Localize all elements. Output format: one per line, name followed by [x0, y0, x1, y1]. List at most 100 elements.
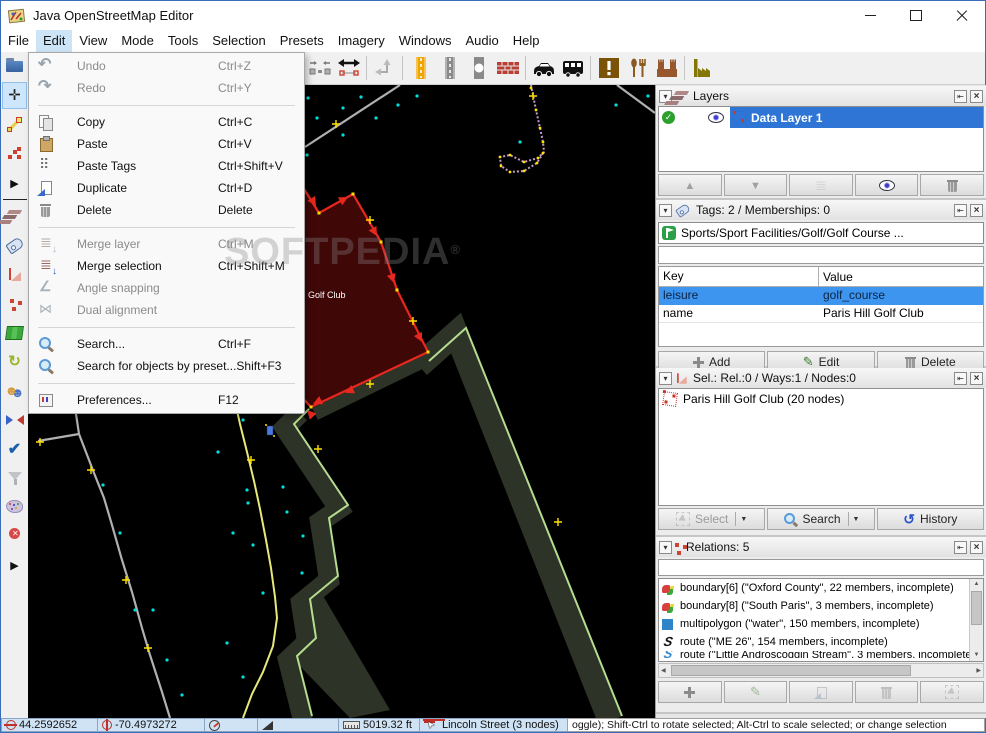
stick-icon[interactable]: ⇤ [954, 372, 967, 385]
search-button[interactable]: Search▼ [767, 508, 874, 530]
edit-menu-item[interactable] [29, 221, 304, 233]
maximize-button[interactable] [893, 1, 939, 30]
stick-icon[interactable]: ⇤ [954, 541, 967, 554]
minimize-button[interactable] [847, 1, 893, 30]
relations-toggle-icon[interactable] [2, 290, 27, 317]
menubar-item[interactable]: Windows [392, 30, 459, 52]
collapse-icon[interactable]: ▾ [659, 90, 672, 103]
collapse-icon[interactable]: ▾ [659, 204, 672, 217]
select-button[interactable]: Select▼ [658, 508, 765, 530]
edit-menu-item[interactable]: Undo Ctrl+Z [29, 55, 304, 77]
layer-delete-button[interactable] [920, 174, 984, 196]
open-file-icon[interactable] [2, 53, 27, 80]
vertical-scrollbar[interactable]: ▲ ▼ [969, 579, 983, 661]
edit-menu-item[interactable]: Merge layer Ctrl+M [29, 233, 304, 255]
issues-toggle-icon[interactable] [2, 522, 27, 549]
close-panel-icon[interactable]: × [970, 541, 983, 554]
stick-icon[interactable]: ⇤ [954, 90, 967, 103]
selection-toggle-icon[interactable] [2, 261, 27, 288]
scroll-down-icon[interactable]: ▼ [970, 650, 983, 661]
menubar-item[interactable]: File [1, 30, 36, 52]
car-icon[interactable] [529, 54, 558, 82]
edit-menu-item[interactable]: Paste Tags Ctrl+Shift+V [29, 155, 304, 177]
value-column-header[interactable]: Value [819, 270, 983, 284]
close-panel-icon[interactable]: × [970, 372, 983, 385]
layer-move-down-button[interactable] [724, 174, 788, 196]
menubar-item[interactable]: Imagery [331, 30, 392, 52]
edit-menu-item[interactable]: Paste Ctrl+V [29, 133, 304, 155]
relation-row[interactable]: boundary[8] ("South Paris", 3 members, i… [659, 597, 970, 615]
edit-menu-item[interactable] [29, 99, 304, 111]
edit-menu-item[interactable]: Angle snapping [29, 277, 304, 299]
edit-menu-item[interactable]: Search for objects by preset... Shift+F3 [29, 355, 304, 377]
edit-menu-item[interactable]: Merge selection Ctrl+Shift+M [29, 255, 304, 277]
menubar-item[interactable]: Help [506, 30, 547, 52]
menubar-item[interactable]: Selection [205, 30, 272, 52]
selection-list-item[interactable]: Paris Hill Golf Club (20 nodes) [659, 389, 983, 409]
improve-way-tool[interactable] [2, 140, 27, 167]
road-primary-icon[interactable] [406, 54, 435, 82]
menubar-item[interactable]: Edit [36, 30, 72, 52]
castle-icon[interactable] [652, 54, 681, 82]
road-residential-icon[interactable] [435, 54, 464, 82]
edit-menu-item[interactable] [29, 321, 304, 333]
collapse-icon[interactable]: ▾ [659, 372, 672, 385]
collapse-icon[interactable]: ▾ [659, 541, 672, 554]
edit-menu-item[interactable]: Preferences... F12 [29, 389, 304, 411]
mini-roundabout-icon[interactable] [464, 54, 493, 82]
horizontal-scrollbar[interactable]: ◀ ▶ [658, 663, 984, 678]
layer-merge-button[interactable] [789, 174, 853, 196]
layers-toggle-icon[interactable] [2, 203, 27, 230]
expand-tools-icon[interactable] [2, 169, 27, 196]
relation-row[interactable]: route ("Little Androscoggin Stream", 3 m… [659, 651, 970, 658]
scroll-up-icon[interactable]: ▲ [970, 579, 983, 590]
minimap-toggle-icon[interactable] [2, 319, 27, 346]
menubar-item[interactable]: Presets [273, 30, 331, 52]
edit-menu-item[interactable] [29, 377, 304, 389]
edit-menu-item[interactable]: Delete Delete [29, 199, 304, 221]
scrollbar-thumb[interactable] [671, 665, 911, 676]
edit-menu-item[interactable]: Duplicate Ctrl+D [29, 177, 304, 199]
layer-move-up-button[interactable] [658, 174, 722, 196]
relation-row[interactable]: boundary[6] ("Oxford County", 22 members… [659, 579, 970, 597]
relations-filter-input[interactable] [658, 559, 984, 576]
filter-toggle-icon[interactable] [2, 464, 27, 491]
factory-icon[interactable] [688, 54, 717, 82]
menubar-item[interactable]: View [72, 30, 114, 52]
draw-node-tool[interactable] [2, 111, 27, 138]
relation-row[interactable]: route ("ME 26", 154 members, incomplete) [659, 633, 970, 651]
chevron-down-icon[interactable]: ▼ [735, 512, 747, 526]
select-move-tool[interactable] [2, 82, 27, 109]
chevron-down-icon[interactable]: ▼ [848, 512, 860, 526]
scroll-right-icon[interactable]: ▶ [976, 667, 981, 674]
wall-icon[interactable] [493, 54, 522, 82]
key-column-header[interactable]: Key [659, 267, 819, 286]
validator-toggle-icon[interactable] [2, 435, 27, 462]
layer-visible-eye-icon[interactable] [708, 112, 724, 123]
edit-relation-button[interactable] [724, 681, 788, 703]
bus-icon[interactable] [558, 54, 587, 82]
stick-icon[interactable]: ⇤ [954, 204, 967, 217]
relation-row[interactable]: multipolygon ("water", 150 members, inco… [659, 615, 970, 633]
conflict-toggle-icon[interactable] [2, 406, 27, 433]
edit-menu-item[interactable]: Copy Ctrl+C [29, 111, 304, 133]
layer-visibility-button[interactable] [855, 174, 919, 196]
close-panel-icon[interactable]: × [970, 90, 983, 103]
menubar-item[interactable]: Mode [114, 30, 161, 52]
preset-input[interactable] [658, 246, 984, 264]
scroll-left-icon[interactable]: ◀ [661, 667, 666, 674]
tags-toggle-icon[interactable] [2, 232, 27, 259]
edit-menu-item[interactable]: Redo Ctrl+Y [29, 77, 304, 99]
select-relation-button[interactable] [920, 681, 984, 703]
layer-row[interactable]: Data Layer 1 [659, 107, 983, 128]
authors-toggle-icon[interactable] [2, 377, 27, 404]
tag-row[interactable]: leisure golf_course [659, 287, 983, 305]
add-relation-button[interactable] [658, 681, 722, 703]
tag-row[interactable]: name Paris Hill Golf Club [659, 305, 983, 323]
edit-menu-item[interactable]: Search... Ctrl+F [29, 333, 304, 355]
menubar-item[interactable]: Audio [458, 30, 505, 52]
map-styles-icon[interactable] [2, 493, 27, 520]
move-node-arrow-icon[interactable] [370, 54, 399, 82]
join-nodes-icon[interactable] [305, 54, 334, 82]
history-button[interactable]: History [877, 508, 984, 530]
